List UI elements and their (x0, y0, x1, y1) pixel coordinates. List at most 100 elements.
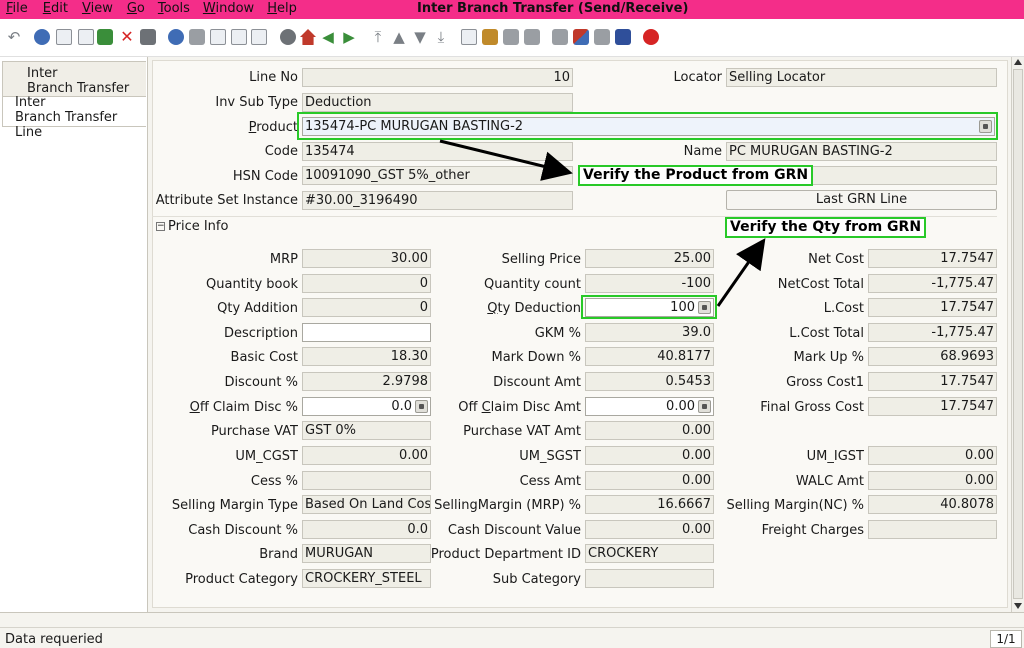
chat-icon[interactable] (231, 29, 247, 45)
netcost-total-field[interactable]: -1,775.47 (868, 274, 997, 293)
hsn-code-field[interactable]: 10091090_GST 5%_other (302, 166, 573, 185)
um-cgst-field[interactable]: 0.00 (302, 446, 431, 465)
menu-window[interactable]: Window (197, 0, 254, 19)
quantity-book-field[interactable]: 0 (302, 274, 431, 293)
selling-margin-type-field[interactable]: Based On Land Cost (302, 495, 431, 514)
home-icon[interactable] (300, 29, 316, 45)
price-info-section-header[interactable]: − Price Info (156, 219, 228, 234)
active-workflows-icon[interactable] (573, 29, 589, 45)
cash-discount-value-field[interactable]: 0.00 (585, 520, 714, 539)
final-gross-cost-label: Final Gross Cost (760, 400, 864, 415)
mark-down-field[interactable]: 40.8177 (585, 347, 714, 366)
freight-charges-field[interactable] (868, 520, 997, 539)
previous-record-icon[interactable]: ▲ (391, 29, 407, 45)
discount-amt-field[interactable]: 0.5453 (585, 372, 714, 391)
locator-field[interactable]: Selling Locator (726, 68, 997, 87)
lcost-field[interactable]: 17.7547 (868, 298, 997, 317)
find-icon[interactable] (189, 29, 205, 45)
final-gross-cost-field[interactable]: 17.7547 (868, 397, 997, 416)
walc-amt-field[interactable]: 0.00 (868, 471, 997, 490)
menu-help[interactable]: Help (261, 0, 297, 19)
gross-cost1-field[interactable]: 17.7547 (868, 372, 997, 391)
purchase-vat-amt-field[interactable]: 0.00 (585, 421, 714, 440)
sub-category-field[interactable] (585, 569, 714, 588)
menu-edit-label: dit (51, 1, 68, 16)
line-no-field[interactable]: 10 (302, 68, 573, 87)
scrollbar-thumb[interactable] (1013, 69, 1023, 599)
grid-toggle-icon[interactable] (251, 29, 267, 45)
tab-inter-branch-transfer-line[interactable]: Inter Branch Transfer Line (2, 95, 146, 140)
copy-record-icon[interactable] (78, 29, 94, 45)
menu-tools[interactable]: Tools (152, 0, 190, 19)
name-field[interactable]: PC MURUGAN BASTING-2 (726, 142, 997, 161)
um-igst-field[interactable]: 0.00 (868, 446, 997, 465)
next-record-icon[interactable]: ▼ (412, 29, 428, 45)
selling-margin-nc-field[interactable]: 40.8078 (868, 495, 997, 514)
attachment-icon[interactable] (210, 29, 226, 45)
close-window-icon[interactable] (643, 29, 659, 45)
menu-go[interactable]: Go (121, 0, 145, 19)
selling-price-field[interactable]: 25.00 (585, 249, 714, 268)
product-department-field[interactable]: CROCKERY (585, 544, 714, 563)
off-claim-disc-amt-calculator-button[interactable] (698, 400, 711, 413)
help-icon[interactable] (34, 29, 50, 45)
um-sgst-field[interactable]: 0.00 (585, 446, 714, 465)
product-category-field[interactable]: CROCKERY_STEEL (302, 569, 431, 588)
back-icon[interactable]: ◀ (320, 29, 336, 45)
undo-icon[interactable]: ↶ (6, 29, 22, 45)
cess-amt-field[interactable]: 0.00 (585, 471, 714, 490)
history-icon[interactable] (280, 29, 296, 45)
basic-cost-field[interactable]: 18.30 (302, 347, 431, 366)
off-claim-disc-pct-calculator-button[interactable] (415, 400, 428, 413)
purchase-vat-field[interactable]: GST 0% (302, 421, 431, 440)
first-record-icon[interactable]: ⤒ (370, 29, 386, 45)
report-icon[interactable] (461, 29, 477, 45)
save-icon[interactable] (140, 29, 156, 45)
description-field[interactable] (302, 323, 431, 342)
menu-view[interactable]: View (76, 0, 113, 19)
zoom-across-icon[interactable] (552, 29, 568, 45)
scroll-up-icon[interactable] (1014, 59, 1022, 65)
code-field[interactable]: 135474 (302, 142, 573, 161)
menu-view-mnemonic: V (81, 1, 91, 16)
tab-inter-branch-transfer[interactable]: Inter Branch Transfer (2, 61, 146, 97)
mark-up-label: Mark Up % (793, 350, 864, 365)
net-cost-field[interactable]: 17.7547 (868, 249, 997, 268)
off-claim-disc-pct-field[interactable]: 0.0 (302, 397, 431, 416)
request-icon[interactable] (594, 29, 610, 45)
product-info-icon[interactable] (615, 29, 631, 45)
collapse-icon[interactable]: − (156, 222, 165, 231)
selling-margin-mrp-field[interactable]: 16.6667 (585, 495, 714, 514)
cash-discount-pct-field[interactable]: 0.0 (302, 520, 431, 539)
off-claim-disc-amt-field[interactable]: 0.00 (585, 397, 714, 416)
quantity-count-field[interactable]: -100 (585, 274, 714, 293)
last-record-icon[interactable]: ⤓ (433, 29, 449, 45)
refresh-icon[interactable] (168, 29, 184, 45)
product-label-text: roduct (256, 120, 298, 135)
gkm-field[interactable]: 39.0 (585, 323, 714, 342)
save-create-icon[interactable] (97, 29, 113, 45)
mrp-field[interactable]: 30.00 (302, 249, 431, 268)
last-grn-line-button[interactable]: Last GRN Line (726, 190, 997, 210)
lcost-total-label: L.Cost Total (789, 326, 864, 341)
discount-pct-field[interactable]: 2.9798 (302, 372, 431, 391)
new-record-icon[interactable] (56, 29, 72, 45)
qty-addition-field[interactable]: 0 (302, 298, 431, 317)
record-counter[interactable]: 1/1 (990, 630, 1022, 648)
vertical-scrollbar[interactable] (1011, 57, 1024, 612)
brand-field[interactable]: MURUGAN (302, 544, 431, 563)
print-icon[interactable] (524, 29, 540, 45)
attribute-set-instance-field[interactable]: #30.00_3196490 (302, 191, 573, 210)
mark-up-field[interactable]: 68.9693 (868, 347, 997, 366)
scroll-down-icon[interactable] (1014, 603, 1022, 609)
archive-icon[interactable] (482, 29, 498, 45)
inv-sub-type-field[interactable]: Deduction (302, 93, 573, 112)
lcost-total-field[interactable]: -1,775.47 (868, 323, 997, 342)
print-preview-icon[interactable] (503, 29, 519, 45)
menu-edit[interactable]: Edit (37, 0, 68, 19)
delete-icon[interactable]: ✕ (119, 29, 135, 45)
cess-pct-field[interactable] (302, 471, 431, 490)
forward-icon[interactable]: ▶ (341, 29, 357, 45)
menu-file[interactable]: File (0, 0, 28, 19)
basic-cost-label: Basic Cost (230, 350, 298, 365)
